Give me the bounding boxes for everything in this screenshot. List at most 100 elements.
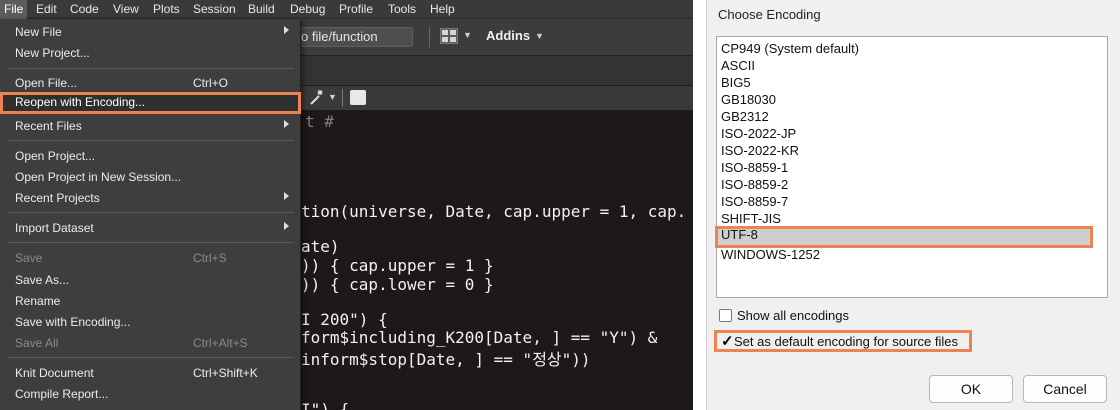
menu-separator [8, 242, 294, 243]
menu-item-label: Save As... [15, 273, 70, 287]
submenu-arrow-icon [284, 120, 289, 128]
menu-item-label: Reopen with Encoding... [15, 95, 146, 109]
menu-tools[interactable]: Tools [388, 0, 416, 19]
encoding-option-big5[interactable]: BIG5 [721, 74, 1101, 91]
menu-profile[interactable]: Profile [339, 0, 373, 19]
menu-bar: File Edit Code View Plots Session Build … [0, 0, 693, 19]
menu-item-open-file[interactable]: Open File... Ctrl+O [0, 73, 301, 94]
encoding-option-iso-8859-7[interactable]: ISO-8859-7 [721, 193, 1101, 210]
menu-separator [8, 357, 294, 358]
menu-edit[interactable]: Edit [36, 0, 57, 19]
menu-item-label: Open Project in New Session... [15, 170, 182, 184]
dialog-title: Choose Encoding [718, 7, 821, 22]
code-line: I 200") { [301, 310, 388, 329]
encoding-option-gb2312[interactable]: GB2312 [721, 108, 1101, 125]
encoding-option-iso-2022-kr[interactable]: ISO-2022-KR [721, 142, 1101, 159]
cancel-button[interactable]: Cancel [1023, 375, 1107, 403]
ok-button[interactable]: OK [929, 375, 1013, 403]
menu-help[interactable]: Help [430, 0, 455, 19]
code-line: ate) [301, 237, 340, 256]
menu-item-label: Recent Files [15, 119, 82, 133]
encoding-option-windows-1252[interactable]: WINDOWS-1252 [721, 246, 1101, 263]
menu-separator [8, 212, 294, 213]
checkmark-icon: ✓ [721, 333, 734, 350]
menu-item-label: Recent Projects [15, 191, 100, 205]
encoding-option-gb18030[interactable]: GB18030 [721, 91, 1101, 108]
menu-item-label: Save with Encoding... [15, 315, 131, 329]
menu-item-save-all: Save All Ctrl+Alt+S [0, 333, 301, 354]
menu-code[interactable]: Code [70, 0, 99, 19]
checkbox-label: Show all encodings [737, 308, 850, 323]
encoding-option-shift-jis[interactable]: SHIFT-JIS [721, 210, 1101, 227]
document-icon[interactable] [350, 90, 366, 105]
menu-item-rename[interactable]: Rename [0, 291, 301, 312]
menu-item-label: Rename [15, 294, 61, 308]
menu-item-save: Save Ctrl+S [0, 248, 301, 269]
chevron-down-icon[interactable]: ▼ [463, 30, 472, 40]
menu-item-shortcut: Ctrl+Alt+S [193, 336, 248, 350]
menu-item-compile-report[interactable]: Compile Report... [0, 384, 301, 405]
menu-separator [8, 68, 294, 69]
encoding-option-cp949[interactable]: CP949 (System default) [721, 40, 1101, 57]
grid-icon[interactable] [440, 28, 458, 44]
chevron-down-icon[interactable]: ▼ [535, 31, 544, 41]
encoding-list[interactable]: CP949 (System default) ASCII BIG5 GB1803… [715, 36, 1108, 298]
menu-item-label: New Project... [15, 46, 90, 60]
toolbar-divider [342, 89, 343, 107]
wand-icon[interactable] [308, 88, 326, 106]
menu-debug[interactable]: Debug [290, 0, 325, 19]
code-line: form$including_K200[Date, ] == "Y") & [301, 328, 658, 347]
go-to-file-input[interactable]: o file/function [290, 27, 413, 47]
menu-item-label: Open Project... [15, 149, 96, 163]
menu-item-label: Knit Document [15, 366, 94, 380]
toolbar-divider [429, 27, 430, 47]
menu-item-recent-files[interactable]: Recent Files [0, 116, 301, 137]
encoding-option-iso-8859-1[interactable]: ISO-8859-1 [721, 159, 1101, 176]
rstudio-window: File Edit Code View Plots Session Build … [0, 0, 693, 410]
encoding-option-utf-8[interactable]: UTF-8 [715, 226, 1093, 248]
menu-item-new-file[interactable]: New File [0, 22, 301, 43]
menu-separator [8, 140, 294, 141]
menu-session[interactable]: Session [193, 0, 236, 19]
menu-item-recent-projects[interactable]: Recent Projects [0, 188, 301, 209]
menu-item-save-as[interactable]: Save As... [0, 270, 301, 291]
menu-item-shortcut: Ctrl+S [193, 251, 227, 265]
file-menu-dropdown: New File New Project... Open File... Ctr… [0, 19, 301, 410]
menu-item-label: New File [15, 25, 62, 39]
chevron-down-icon[interactable]: ▼ [328, 92, 337, 102]
menu-file[interactable]: File [0, 0, 28, 19]
addins-button[interactable]: Addins [486, 28, 530, 43]
set-default-encoding-checkbox[interactable]: ✓ Set as default encoding for source fil… [714, 330, 972, 352]
menu-item-shortcut: Ctrl+O [193, 76, 229, 90]
code-line: tion(universe, Date, cap.upper = 1, cap. [301, 202, 687, 221]
code-line: )) { cap.lower = 0 } [301, 275, 494, 294]
menu-item-label: Compile Report... [15, 387, 109, 401]
code-line: t # [305, 112, 334, 131]
menu-item-label: Import Dataset [15, 221, 94, 235]
menu-item-reopen-with-encoding[interactable]: Reopen with Encoding... [0, 92, 301, 114]
menu-item-shortcut: Ctrl+Shift+K [193, 366, 258, 380]
menu-item-open-project[interactable]: Open Project... [0, 146, 301, 167]
menu-item-open-project-new-session[interactable]: Open Project in New Session... [0, 167, 301, 188]
menu-build[interactable]: Build [248, 0, 275, 19]
code-line: inform$stop[Date, ] == "정상")) [301, 350, 591, 369]
code-line: )) { cap.upper = 1 } [301, 256, 494, 275]
encoding-option-iso-2022-jp[interactable]: ISO-2022-JP [721, 125, 1101, 142]
code-line: I") { [301, 400, 350, 410]
menu-item-save-with-encoding[interactable]: Save with Encoding... [0, 312, 301, 333]
menu-item-label: Save All [15, 336, 59, 350]
menu-item-new-project[interactable]: New Project... [0, 43, 301, 64]
menu-plots[interactable]: Plots [153, 0, 180, 19]
checkbox-box[interactable] [719, 309, 732, 322]
menu-item-knit-document[interactable]: Knit Document Ctrl+Shift+K [0, 363, 301, 384]
menu-item-label: Open File... [15, 76, 78, 90]
checkbox-label: Set as default encoding for source files [734, 334, 959, 349]
submenu-arrow-icon [284, 26, 289, 34]
submenu-arrow-icon [284, 222, 289, 230]
menu-item-import-dataset[interactable]: Import Dataset [0, 218, 301, 239]
menu-view[interactable]: View [113, 0, 139, 19]
encoding-option-ascii[interactable]: ASCII [721, 57, 1101, 74]
menu-item-label: Save [15, 251, 43, 265]
encoding-option-iso-8859-2[interactable]: ISO-8859-2 [721, 176, 1101, 193]
checkbox-box[interactable]: ✓ [719, 333, 734, 350]
